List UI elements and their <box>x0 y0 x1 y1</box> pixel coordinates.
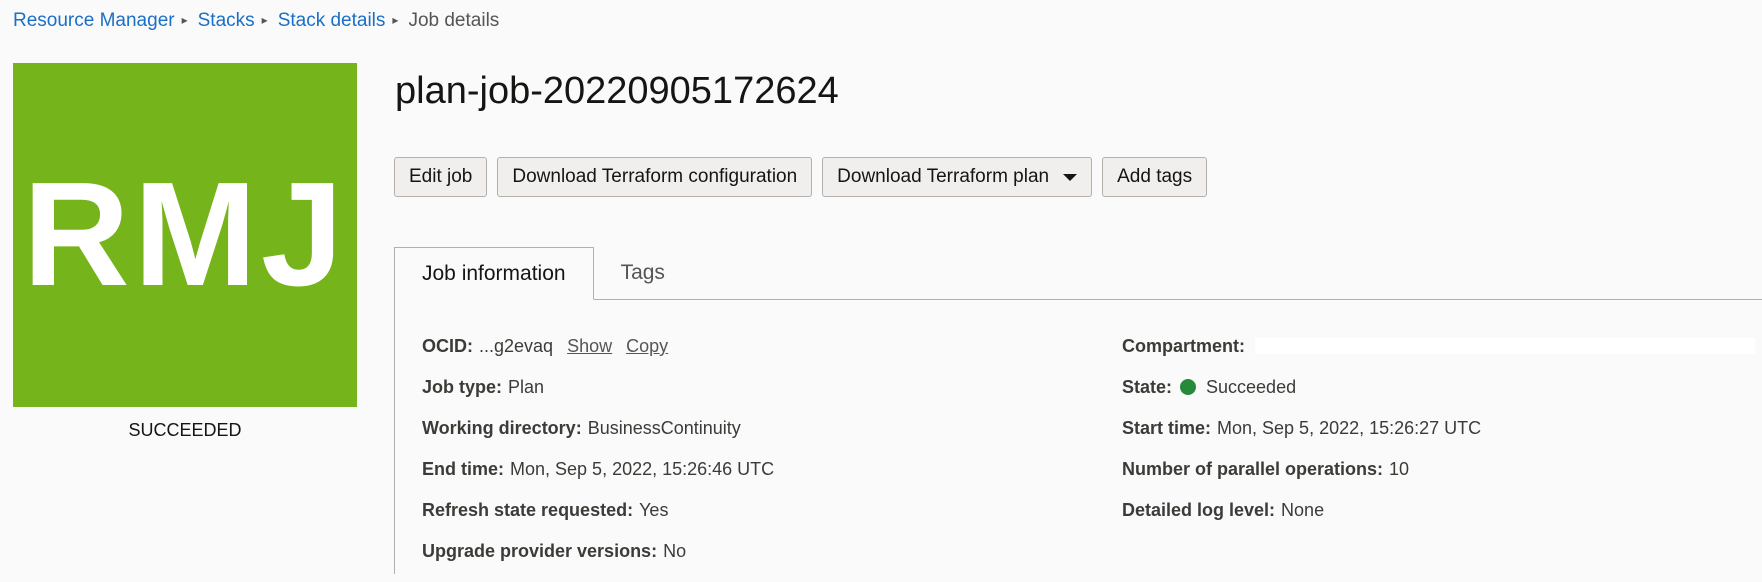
compartment-row: Compartment: <box>1122 336 1756 377</box>
upgrade-provider-value: No <box>663 541 687 561</box>
parallel-operations-value: 10 <box>1389 459 1410 479</box>
parallel-operations-row: Number of parallel operations: 10 <box>1122 459 1755 500</box>
tab-job-information[interactable]: Job information <box>394 247 594 300</box>
end-time-label: End time: <box>422 459 505 479</box>
job-type-label: Job type: <box>422 377 503 397</box>
start-time-row: Start time: Mon, Sep 5, 2022, 15:26:27 U… <box>1122 418 1755 459</box>
log-level-label: Detailed log level: <box>1122 500 1276 520</box>
state-value: Succeeded <box>1206 377 1297 397</box>
log-level-row: Detailed log level: None <box>1122 500 1755 541</box>
action-bar: Edit job Download Terraform configuratio… <box>394 157 1208 197</box>
job-badge-icon: RMJ <box>13 63 357 407</box>
tab-tags[interactable]: Tags <box>594 247 692 299</box>
download-terraform-configuration-button[interactable]: Download Terraform configuration <box>497 157 813 197</box>
ocid-row: OCID: ...g2evaq Show Copy <box>422 336 774 377</box>
breadcrumb-current: Job details <box>408 10 500 31</box>
breadcrumb-separator-icon: ▸ <box>261 13 268 27</box>
refresh-state-value: Yes <box>639 500 669 520</box>
ocid-copy-link[interactable]: Copy <box>626 336 668 357</box>
add-tags-label: Add tags <box>1117 166 1193 187</box>
compartment-value-redacted <box>1255 338 1756 354</box>
compartment-label: Compartment: <box>1122 336 1246 356</box>
panel-divider <box>394 299 395 574</box>
breadcrumb-resource-manager[interactable]: Resource Manager <box>13 10 175 32</box>
end-time-row: End time: Mon, Sep 5, 2022, 15:26:46 UTC <box>422 459 774 500</box>
breadcrumb-separator-icon: ▸ <box>392 13 399 27</box>
edit-job-button[interactable]: Edit job <box>394 157 488 197</box>
add-tags-button[interactable]: Add tags <box>1102 157 1208 197</box>
upgrade-provider-label: Upgrade provider versions: <box>422 541 658 561</box>
working-directory-value: BusinessContinuity <box>587 418 741 438</box>
tab-bar: Job information Tags <box>394 247 1762 300</box>
working-directory-row: Working directory: BusinessContinuity <box>422 418 774 459</box>
working-directory-label: Working directory: <box>422 418 582 438</box>
page-title: plan-job-20220905172624 <box>395 70 839 112</box>
ocid-value: ...g2evaq <box>479 336 554 356</box>
log-level-value: None <box>1281 500 1325 520</box>
start-time-label: Start time: <box>1122 418 1212 438</box>
download-terraform-plan-button[interactable]: Download Terraform plan <box>822 157 1093 197</box>
upgrade-provider-row: Upgrade provider versions: No <box>422 541 774 582</box>
job-info-left-column: OCID: ...g2evaq Show Copy Job type: Plan… <box>422 336 774 582</box>
ocid-label: OCID: <box>422 336 473 356</box>
status-dot-icon <box>1180 379 1197 395</box>
edit-job-label: Edit job <box>409 166 473 187</box>
job-info-right-column: Compartment: State: Succeeded Start time… <box>1122 336 1756 541</box>
download-config-label: Download Terraform configuration <box>512 166 798 187</box>
job-badge-initials: RMJ <box>22 152 348 317</box>
end-time-value: Mon, Sep 5, 2022, 15:26:46 UTC <box>510 459 775 479</box>
chevron-down-icon <box>1063 173 1078 181</box>
breadcrumb-separator-icon: ▸ <box>181 13 188 27</box>
job-type-value: Plan <box>508 377 545 397</box>
state-row: State: Succeeded <box>1122 377 1755 418</box>
download-plan-label: Download Terraform plan <box>837 166 1050 187</box>
parallel-operations-label: Number of parallel operations: <box>1122 459 1384 479</box>
job-badge-status: SUCCEEDED <box>128 420 242 440</box>
refresh-state-row: Refresh state requested: Yes <box>422 500 774 541</box>
breadcrumb-stacks[interactable]: Stacks <box>198 10 255 32</box>
start-time-value: Mon, Sep 5, 2022, 15:26:27 UTC <box>1217 418 1482 438</box>
breadcrumb: Resource Manager ▸ Stacks ▸ Stack detail… <box>13 10 499 32</box>
refresh-state-label: Refresh state requested: <box>422 500 634 520</box>
job-type-row: Job type: Plan <box>422 377 774 418</box>
breadcrumb-stack-details[interactable]: Stack details <box>278 10 386 32</box>
ocid-show-link[interactable]: Show <box>567 336 612 357</box>
state-label: State: <box>1122 377 1173 397</box>
